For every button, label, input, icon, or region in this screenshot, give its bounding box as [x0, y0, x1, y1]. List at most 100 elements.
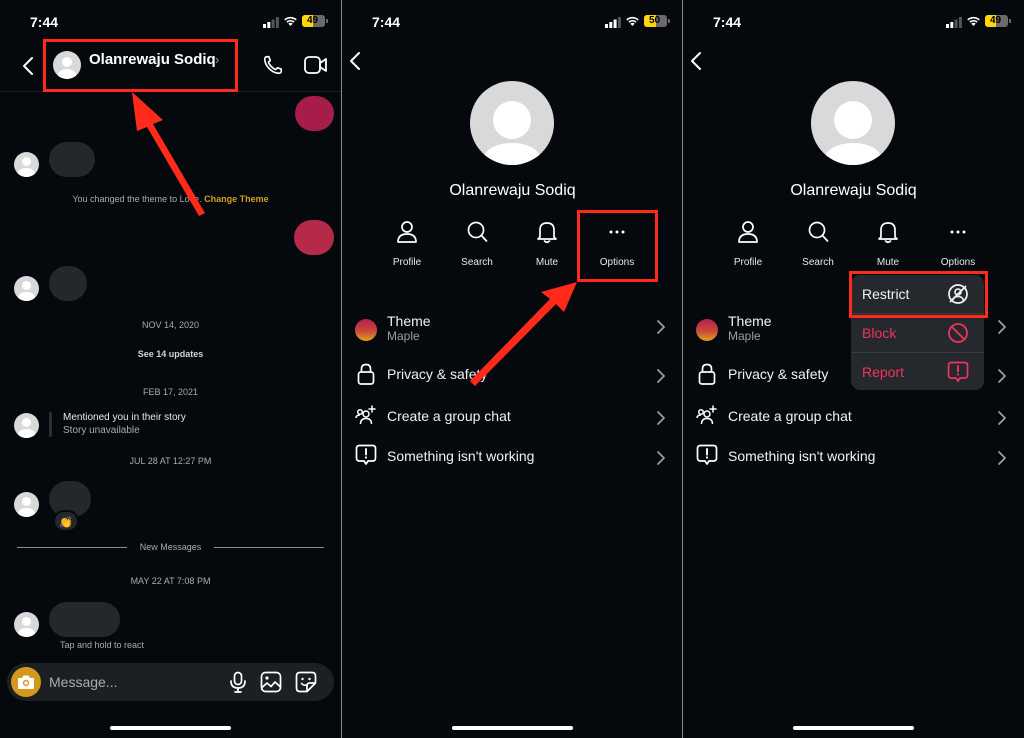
story-mention-title[interactable]: Mentioned you in their story	[63, 412, 186, 423]
date-separator: FEB 17, 2021	[142, 387, 199, 397]
sticker-icon[interactable]	[295, 671, 317, 693]
sender-avatar[interactable]	[14, 413, 39, 438]
restrict-highlight	[849, 271, 988, 318]
camera-icon	[18, 675, 34, 689]
add-group-icon	[696, 405, 717, 425]
incoming-message[interactable]	[49, 142, 95, 177]
report-icon	[947, 361, 969, 382]
gallery-icon[interactable]	[260, 671, 282, 693]
incoming-message[interactable]	[49, 266, 87, 301]
battery-tip	[1009, 19, 1011, 23]
microphone-icon[interactable]	[227, 671, 249, 693]
something-isnt-working-row[interactable]: Something isn't working	[683, 438, 1024, 474]
wifi-icon	[967, 16, 980, 26]
camera-button[interactable]	[11, 667, 41, 697]
new-messages-label: New Messages	[139, 542, 202, 552]
back-arrow-icon[interactable]	[348, 51, 362, 71]
status-bar: 7:44 50	[342, 12, 683, 32]
privacy-safety-row[interactable]: Privacy & safety	[342, 358, 683, 394]
action-label: Profile	[392, 257, 422, 268]
reaction-badge[interactable]: 👏	[53, 510, 79, 532]
row-subtitle: Maple	[728, 329, 761, 343]
options-action[interactable]: Options	[928, 220, 988, 272]
status-time: 7:44	[30, 14, 59, 30]
row-title: Privacy & safety	[387, 366, 488, 382]
profile-name: Olanrewaju Sodiq	[449, 182, 576, 199]
date-separator: MAY 22 AT 7:08 PM	[130, 576, 211, 586]
person-icon	[397, 221, 417, 243]
chevron-right-icon	[657, 451, 665, 465]
chat-details-options-screen: 7:44 49 Olanrewaju Sodiq Profile Search …	[683, 0, 1024, 738]
mute-action[interactable]: Mute	[517, 220, 577, 272]
row-title: Something isn't working	[387, 448, 535, 464]
menu-item-report[interactable]: Report	[851, 353, 984, 390]
report-icon	[696, 444, 718, 465]
video-call-icon[interactable]	[304, 54, 328, 76]
signal-icon	[946, 17, 962, 28]
profile-action[interactable]: Profile	[718, 220, 778, 272]
sender-avatar[interactable]	[14, 492, 39, 517]
change-theme-link[interactable]: Change Theme	[204, 194, 269, 204]
search-icon	[467, 221, 488, 242]
options-highlight	[577, 210, 658, 282]
see-updates-link[interactable]: See 14 updates	[0, 349, 341, 359]
profile-name: Olanrewaju Sodiq	[790, 182, 917, 199]
contact-name-highlight	[43, 39, 238, 92]
chevron-right-icon	[657, 369, 665, 383]
search-action[interactable]: Search	[788, 220, 848, 272]
action-label: Search	[461, 257, 493, 268]
back-arrow-icon[interactable]	[21, 56, 35, 76]
home-indicator[interactable]	[452, 726, 573, 730]
row-title: Something isn't working	[728, 448, 876, 464]
battery-tip	[668, 19, 670, 23]
status-time: 7:44	[713, 14, 742, 30]
sender-avatar[interactable]	[14, 276, 39, 301]
outgoing-message[interactable]	[294, 220, 334, 255]
home-indicator[interactable]	[110, 726, 231, 730]
menu-item-label: Block	[862, 325, 897, 341]
something-isnt-working-row[interactable]: Something isn't working	[342, 438, 683, 474]
battery-icon: 50	[644, 15, 667, 27]
row-title: Theme	[387, 313, 431, 329]
chat-screen: 7:44 49 Olanrewaju Sodiq › You changed t…	[0, 0, 341, 738]
story-reply-bar	[49, 412, 52, 437]
action-label: Mute	[535, 257, 559, 268]
chevron-right-icon	[657, 411, 665, 425]
row-title: Theme	[728, 313, 772, 329]
mute-action[interactable]: Mute	[858, 220, 918, 272]
add-group-icon	[355, 405, 376, 425]
message-composer: Message...	[7, 663, 334, 701]
search-icon	[808, 221, 829, 242]
theme-change-notice: You changed the theme to Love. Change Th…	[72, 194, 269, 204]
battery-icon: 49	[302, 15, 325, 27]
back-arrow-icon[interactable]	[689, 51, 703, 71]
action-label: Profile	[733, 257, 763, 268]
menu-item-block[interactable]: Block	[851, 314, 984, 352]
action-label: Mute	[876, 257, 900, 268]
status-bar: 7:44 49	[0, 12, 341, 32]
row-title: Privacy & safety	[728, 366, 829, 382]
theme-icon	[355, 319, 377, 341]
chevron-right-icon	[998, 320, 1006, 334]
message-input[interactable]: Message...	[49, 674, 117, 690]
battery-level: 50	[648, 15, 661, 26]
outgoing-message[interactable]	[295, 96, 334, 131]
theme-row[interactable]: Theme Maple	[342, 311, 683, 347]
create-group-chat-row[interactable]: Create a group chat	[683, 398, 1024, 434]
profile-avatar[interactable]	[470, 81, 554, 165]
wifi-icon	[284, 16, 297, 26]
search-action[interactable]: Search	[447, 220, 507, 272]
sender-avatar[interactable]	[14, 612, 39, 637]
sender-avatar[interactable]	[14, 152, 39, 177]
react-hint: Tap and hold to react	[60, 640, 145, 650]
battery-icon: 49	[985, 15, 1008, 27]
home-indicator[interactable]	[793, 726, 914, 730]
incoming-message[interactable]	[49, 602, 120, 637]
profile-avatar[interactable]	[811, 81, 895, 165]
row-title: Create a group chat	[387, 408, 511, 424]
create-group-chat-row[interactable]: Create a group chat	[342, 398, 683, 434]
report-icon	[355, 444, 377, 465]
profile-action[interactable]: Profile	[377, 220, 437, 272]
chevron-right-icon	[998, 369, 1006, 383]
phone-icon[interactable]	[262, 54, 284, 76]
